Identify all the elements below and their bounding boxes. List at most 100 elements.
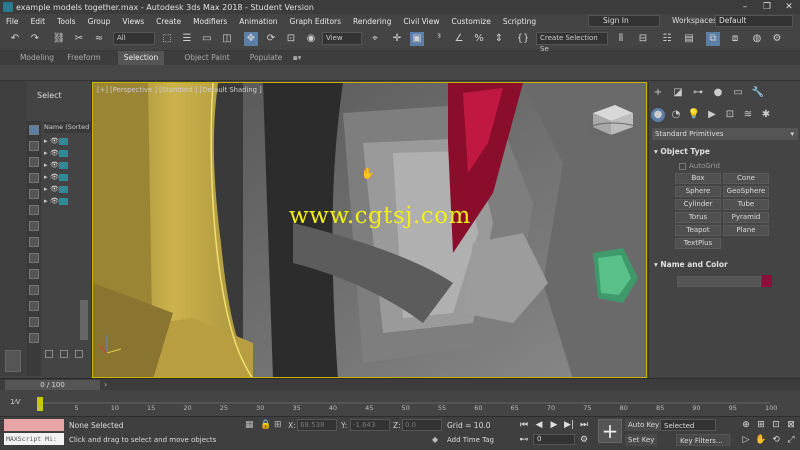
ribbon-toggle-icon[interactable]: ▤	[682, 32, 696, 46]
display-all-icon[interactable]	[29, 317, 39, 327]
tab-populate[interactable]: Populate	[246, 51, 286, 65]
list-item[interactable]: ▸ 👁	[44, 184, 92, 194]
menu-modifiers[interactable]: Modifiers	[187, 17, 233, 26]
cylinder-button[interactable]: Cylinder	[675, 199, 721, 210]
name-and-color-rollout[interactable]: ▾ Name and Color	[652, 259, 798, 271]
explorer-column-header[interactable]: Name (Sorted A	[44, 122, 91, 133]
place-icon[interactable]: ◉	[304, 32, 318, 46]
current-frame-field[interactable]: 0	[533, 434, 575, 445]
go-to-start-icon[interactable]: ⏮	[518, 419, 530, 431]
select-rotate-icon[interactable]: ⟳	[264, 32, 278, 46]
select-scale-icon[interactable]: ⊡	[284, 32, 298, 46]
select-move-icon[interactable]: ✥	[244, 32, 258, 46]
display-bones-icon[interactable]	[29, 253, 39, 263]
bind-spacewarp-icon[interactable]: ≈	[92, 32, 106, 46]
object-name-field[interactable]	[677, 276, 761, 287]
next-frame-icon[interactable]: ▶|	[563, 419, 575, 431]
field-of-view-icon[interactable]: ▷	[740, 434, 752, 446]
create-tab-icon[interactable]: +	[651, 86, 665, 100]
pan-view-icon[interactable]: ✋	[755, 434, 767, 446]
play-icon[interactable]: ▶	[548, 419, 560, 431]
display-none-icon[interactable]	[29, 333, 39, 343]
menu-views[interactable]: Views	[116, 17, 150, 26]
key-mode-icon[interactable]: ⊷	[518, 434, 530, 446]
display-containers-icon[interactable]	[29, 269, 39, 279]
explorer-option-icon[interactable]	[75, 350, 83, 358]
material-editor-icon[interactable]: ◍	[750, 32, 764, 46]
display-frozen-icon[interactable]	[29, 285, 39, 295]
sign-in-button[interactable]: Sign In	[588, 15, 660, 27]
object-color-swatch[interactable]	[762, 275, 772, 287]
selection-filter-select[interactable]: All	[113, 32, 155, 45]
display-spacewarps-icon[interactable]	[29, 205, 39, 215]
select-object-icon[interactable]: ⬚	[160, 32, 174, 46]
orbit-icon[interactable]: ⟲	[770, 434, 782, 446]
display-tab-icon[interactable]: ▭	[731, 86, 745, 100]
object-type-rollout[interactable]: ▾ Object Type	[652, 146, 798, 158]
display-hidden-icon[interactable]	[29, 301, 39, 311]
selection-lock-icon[interactable]: 🔒	[260, 420, 271, 430]
menu-file[interactable]: File	[0, 17, 25, 26]
display-shapes-icon[interactable]	[29, 141, 39, 151]
helpers-icon[interactable]: ⊡	[723, 108, 737, 122]
time-tag-icon[interactable]: ◆	[432, 435, 438, 444]
track-bar[interactable]	[0, 391, 800, 416]
track-bar-menu-icon[interactable]: 1⁄V	[10, 398, 20, 406]
curve-editor-icon[interactable]: ⧉	[706, 32, 720, 46]
menu-scripting[interactable]: Scripting	[497, 17, 542, 26]
list-item[interactable]: ▸ 👁	[44, 160, 92, 170]
spinner-snap-icon[interactable]: ⇕	[492, 32, 506, 46]
layer-toggle-icon[interactable]	[5, 350, 21, 372]
zoom-extents-all-icon[interactable]: ⊠	[785, 419, 797, 431]
display-geometry-icon[interactable]	[29, 125, 39, 135]
list-item[interactable]: ▸ 👁	[44, 196, 92, 206]
snaps-toggle-icon[interactable]: ³	[432, 32, 446, 46]
key-filters-button[interactable]: Key Filters...	[676, 434, 730, 446]
x-coord-field[interactable]: 68.538	[297, 419, 337, 431]
list-item[interactable]: ▸ 👁	[44, 172, 92, 182]
set-key-big-icon[interactable]: +	[598, 419, 622, 443]
undo-icon[interactable]: ↶	[8, 32, 22, 46]
menu-create[interactable]: Create	[150, 17, 187, 26]
time-configuration-icon[interactable]: ⚙	[578, 434, 590, 446]
display-cameras-icon[interactable]	[29, 173, 39, 183]
select-by-name-icon[interactable]: ☰	[180, 32, 194, 46]
close-button[interactable]: ✕	[778, 0, 800, 14]
autogrid-checkbox[interactable]	[679, 163, 686, 170]
key-mode-select[interactable]: Selected	[660, 419, 716, 431]
y-coord-field[interactable]: -1.643	[350, 419, 390, 431]
plane-button[interactable]: Plane	[723, 225, 769, 236]
zoom-icon[interactable]: ⊕	[740, 419, 752, 431]
pyramid-button[interactable]: Pyramid	[723, 212, 769, 223]
previous-frame-icon[interactable]: ◀	[533, 419, 545, 431]
spacewarps-icon[interactable]: ≋	[741, 108, 755, 122]
maximize-button[interactable]: ❐	[756, 0, 778, 14]
tab-freeform[interactable]: Freeform	[64, 51, 104, 65]
menu-customize[interactable]: Customize	[445, 17, 496, 26]
perspective-viewport[interactable]: [+] [Perspective ] [Standard ] [Default …	[92, 82, 647, 378]
percent-snap-icon[interactable]: %	[472, 32, 486, 46]
set-key-button[interactable]: Set Key	[625, 434, 658, 446]
menu-animation[interactable]: Animation	[233, 17, 283, 26]
display-xrefs-icon[interactable]	[29, 237, 39, 247]
list-item[interactable]: ▸ 👁	[44, 148, 92, 158]
menu-civil-view[interactable]: Civil View	[397, 17, 445, 26]
shapes-icon[interactable]: ◔	[669, 108, 683, 122]
explorer-scrollbar[interactable]	[80, 300, 88, 340]
geometry-icon[interactable]: ●	[651, 108, 665, 122]
reference-coordinate-select[interactable]: View	[322, 32, 362, 45]
ribbon-options-icon[interactable]: ▪▾	[290, 51, 304, 65]
sphere-button[interactable]: Sphere	[675, 186, 721, 197]
torus-button[interactable]: Torus	[675, 212, 721, 223]
absolute-mode-icon[interactable]: ⊞	[274, 420, 282, 430]
geosphere-button[interactable]: GeoSphere	[723, 186, 769, 197]
tab-object-paint[interactable]: Object Paint	[180, 51, 234, 65]
layer-explorer-icon[interactable]: ☷	[660, 32, 674, 46]
link-icon[interactable]: ⛓	[52, 32, 66, 46]
named-selection-set-select[interactable]: Create Selection Se	[536, 32, 608, 53]
modify-tab-icon[interactable]: ◪	[671, 86, 685, 100]
isolate-selection-icon[interactable]: ▦	[245, 420, 254, 430]
tab-selection[interactable]: Selection	[118, 51, 164, 65]
auto-key-button[interactable]: Auto Key	[625, 419, 663, 431]
edit-named-selection-icon[interactable]: {}	[516, 32, 530, 46]
